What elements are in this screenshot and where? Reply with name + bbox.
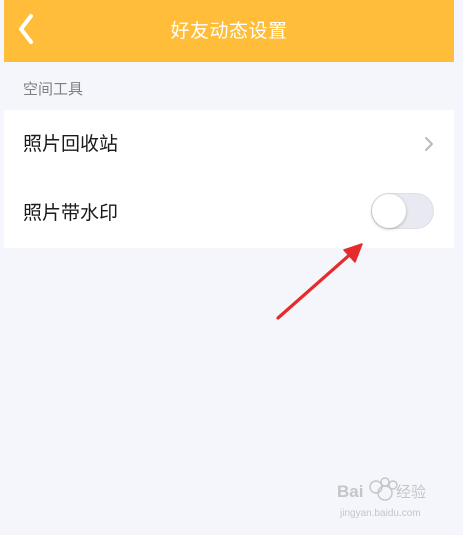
photo-recycle-bin-label: 照片回收站	[23, 133, 119, 155]
settings-screen: 好友动态设置 空间工具 照片回收站 照片带水印 Bai 经验 jingyan.b…	[4, 0, 454, 535]
baidu-jingyan-watermark: Bai 经验 jingyan.baidu.com	[337, 477, 426, 519]
photo-recycle-bin-row[interactable]: 照片回收站	[4, 110, 454, 179]
chevron-right-icon	[425, 137, 433, 151]
svg-text:jingyan.baidu.com: jingyan.baidu.com	[339, 508, 421, 519]
toggle-knob	[372, 194, 406, 228]
photo-watermark-label: 照片带水印	[23, 202, 119, 224]
svg-text:Bai: Bai	[337, 482, 363, 501]
photo-watermark-toggle[interactable]	[371, 193, 434, 229]
page-title: 好友动态设置	[170, 20, 288, 42]
header-bar: 好友动态设置	[4, 0, 454, 62]
section-title: 空间工具	[23, 80, 84, 98]
svg-text:经验: 经验	[396, 483, 426, 501]
